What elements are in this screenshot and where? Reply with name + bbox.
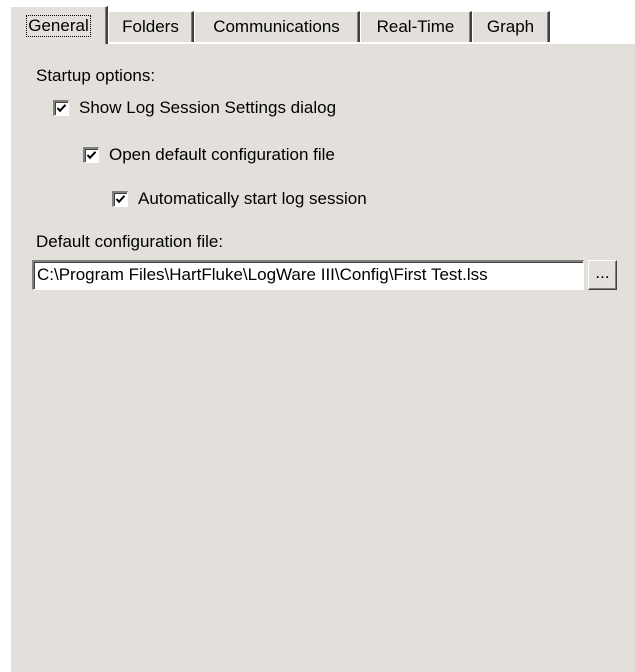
auto-start-log-session-option[interactable]: Automatically start log session <box>112 189 367 209</box>
tab-real-time-label: Real-Time <box>376 17 455 36</box>
default-config-file-label: Default configuration file: <box>36 232 224 251</box>
general-panel: Startup options: Show Log Session Settin… <box>10 43 635 672</box>
tab-folders-label: Folders <box>122 17 179 36</box>
default-config-file-field[interactable]: C:\Program Files\HartFluke\LogWare III\C… <box>32 260 584 290</box>
tab-general[interactable]: General <box>10 6 108 44</box>
check-icon <box>115 195 126 204</box>
options-dialog: General Folders Communications Real-Time… <box>0 0 635 672</box>
open-default-config-option[interactable]: Open default configuration file <box>83 145 335 165</box>
tab-real-time[interactable]: Real-Time <box>360 11 472 42</box>
open-default-config-checkbox[interactable] <box>83 147 99 163</box>
auto-start-log-session-checkbox[interactable] <box>112 191 128 207</box>
tab-communications[interactable]: Communications <box>194 11 360 42</box>
tab-folders[interactable]: Folders <box>108 11 194 42</box>
auto-start-log-session-label: Automatically start log session <box>138 189 367 208</box>
show-log-session-settings-label: Show Log Session Settings dialog <box>79 98 337 117</box>
check-icon <box>56 104 67 113</box>
tab-communications-label: Communications <box>213 17 340 36</box>
show-log-session-settings-option[interactable]: Show Log Session Settings dialog <box>53 98 336 118</box>
tab-graph-label: Graph <box>486 17 535 36</box>
show-log-session-settings-checkbox[interactable] <box>53 100 69 116</box>
browse-button[interactable]: ... <box>588 260 617 290</box>
startup-options-label: Startup options: <box>36 66 156 85</box>
tab-general-label: General <box>25 14 91 38</box>
check-icon <box>86 151 97 160</box>
tab-graph[interactable]: Graph <box>472 11 550 42</box>
open-default-config-label: Open default configuration file <box>109 145 335 164</box>
tab-strip: General Folders Communications Real-Time… <box>10 6 635 44</box>
